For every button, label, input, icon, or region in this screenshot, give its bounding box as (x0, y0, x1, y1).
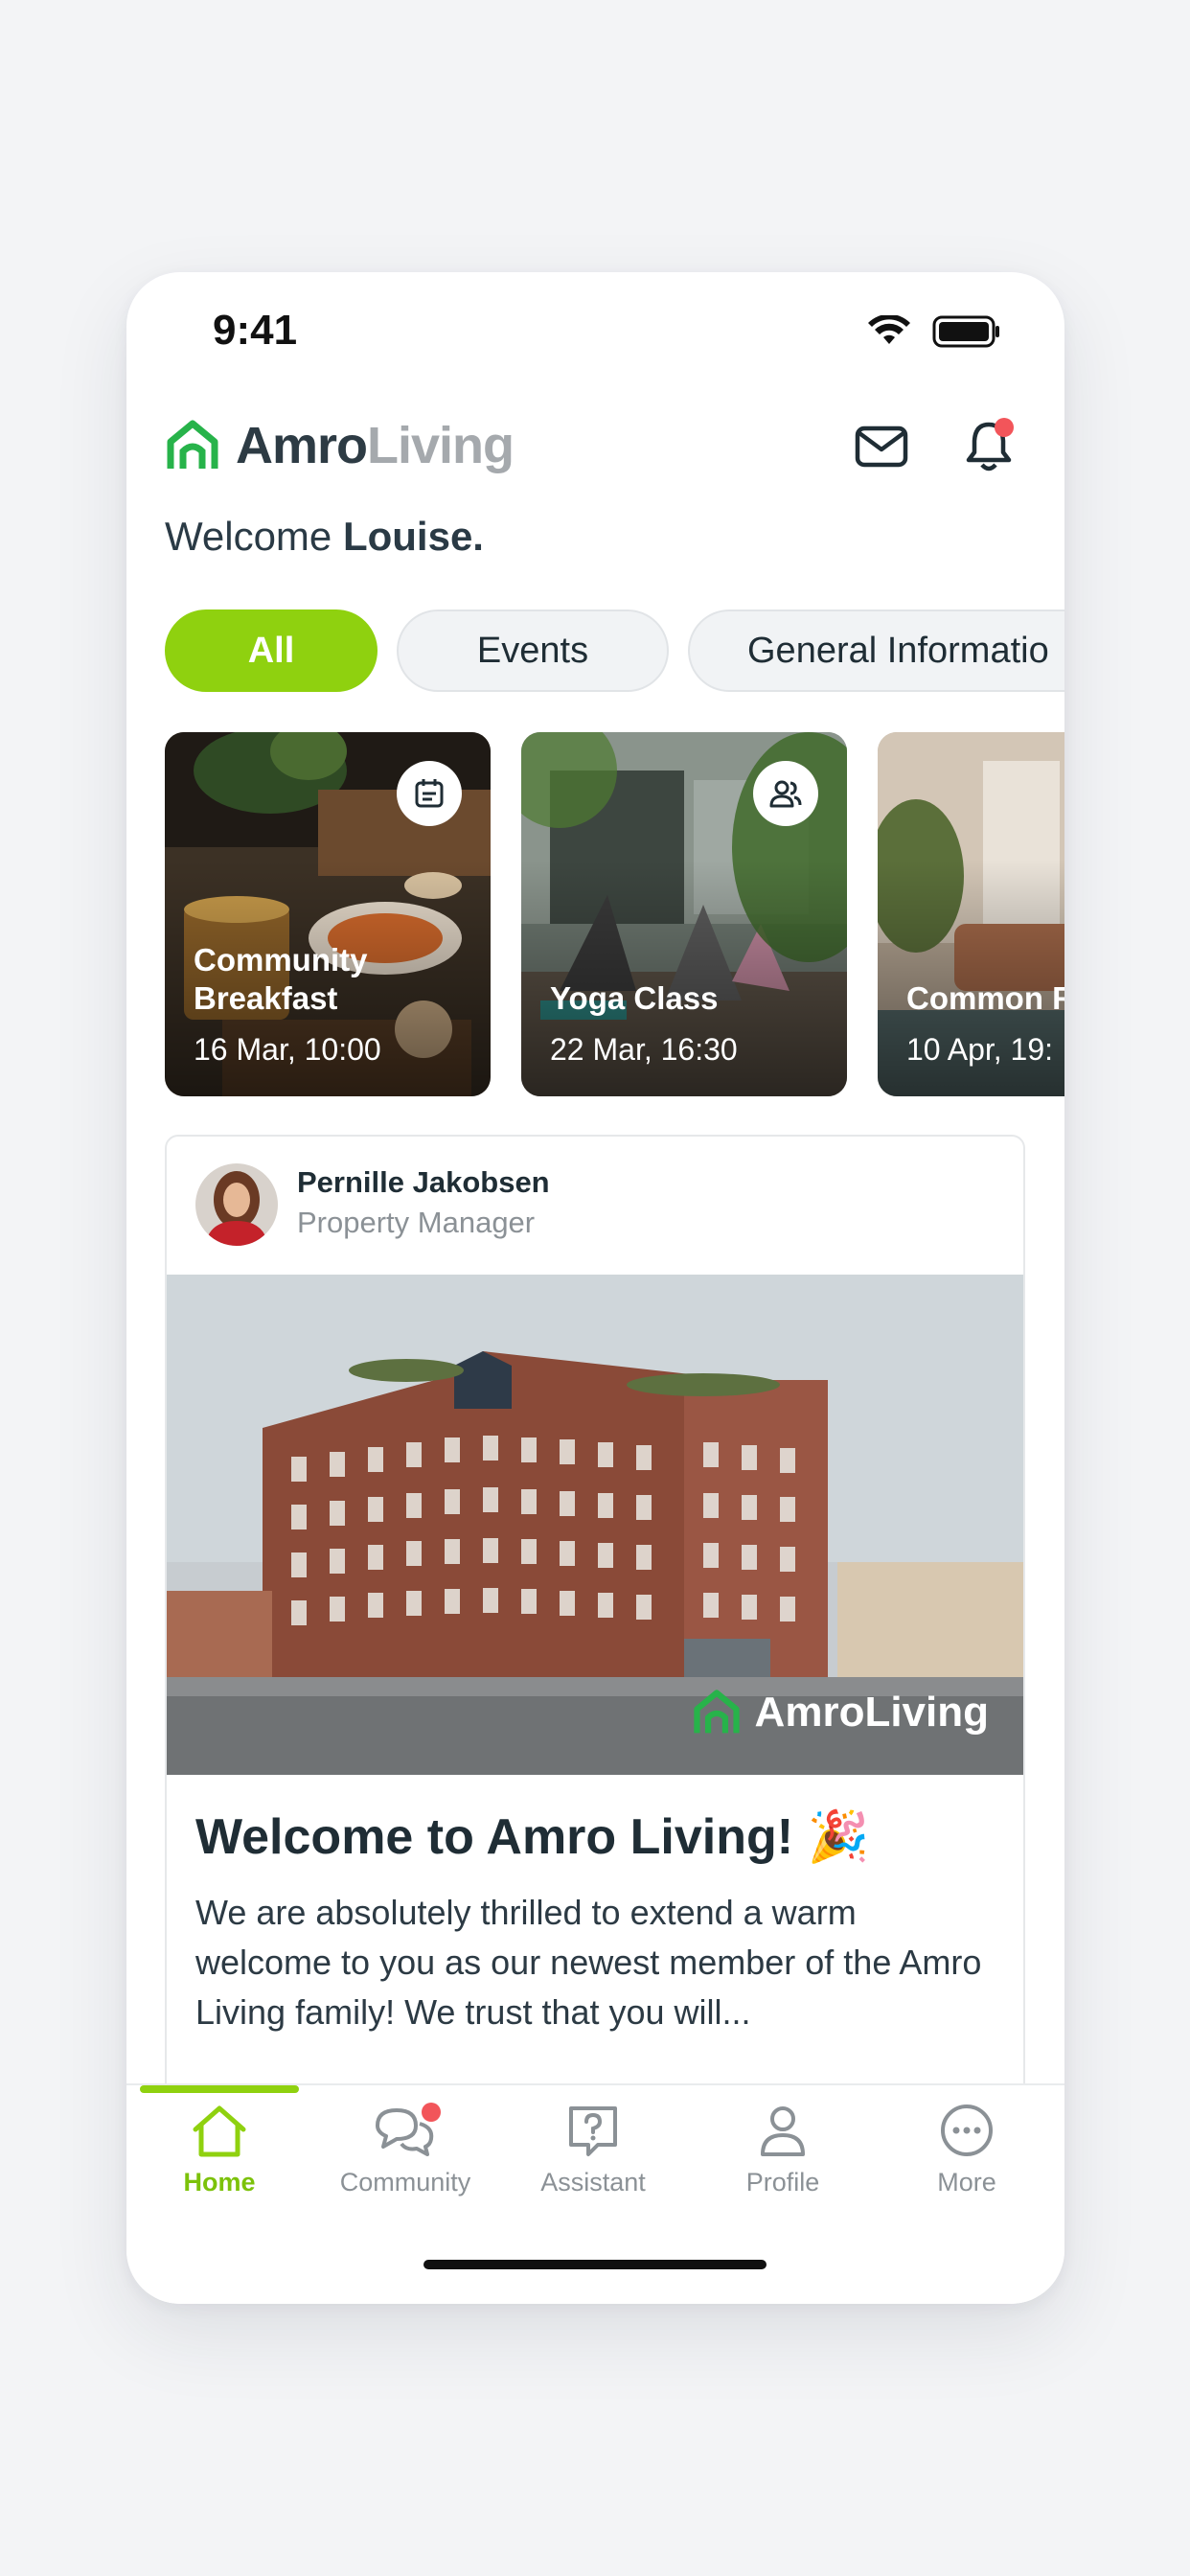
question-icon (569, 2106, 617, 2156)
house-logo-icon (693, 1690, 740, 1734)
bottom-tab-bar: Home Community Assistant Profile More (126, 2083, 1064, 2304)
notification-dot (995, 418, 1014, 437)
house-logo-icon (167, 420, 218, 469)
messages-button[interactable] (851, 416, 912, 477)
notifications-button[interactable] (958, 416, 1019, 477)
filter-chip-events[interactable]: Events (397, 610, 669, 692)
post-author-role: Property Manager (297, 1206, 536, 1239)
tab-more[interactable]: More (885, 2103, 1048, 2197)
event-card-common-room[interactable]: Common R 10 Apr, 19: (878, 732, 1064, 1096)
mail-icon (855, 426, 908, 468)
logo-text-secondary: Living (367, 417, 515, 474)
event-title: Yoga Class (550, 980, 719, 1016)
filter-chips: All Events General Informatio (165, 610, 1064, 692)
active-tab-indicator (140, 2085, 299, 2093)
status-icons (867, 314, 1001, 349)
tab-home[interactable]: Home (138, 2103, 301, 2197)
event-card-community-breakfast[interactable]: Community Breakfast 16 Mar, 10:00 (165, 732, 491, 1096)
wifi-icon (868, 315, 910, 344)
status-time: 9:41 (213, 307, 298, 354)
more-icon (941, 2104, 993, 2156)
community-badge-dot (422, 2103, 441, 2122)
event-title: Community Breakfast (194, 942, 368, 1016)
home-icon (193, 2105, 246, 2157)
post-title: Welcome to Amro Living! 🎉 (195, 1809, 870, 1865)
event-date: 10 Apr, 19: (906, 1032, 1054, 1067)
app-logo: AmroLiving (165, 416, 515, 475)
hero-watermark-text: AmroLiving (754, 1689, 989, 1736)
event-date: 16 Mar, 10:00 (194, 1032, 381, 1067)
tab-profile[interactable]: Profile (701, 2103, 864, 2197)
phone-screen: 9:41 AmroLiving Welcome Louise. All Even… (126, 272, 1064, 2304)
news-post-card[interactable]: Pernille Jakobsen Property Manager AmroL… (165, 1135, 1025, 2112)
tab-label: Community (339, 2168, 471, 2196)
tab-community[interactable]: Community (324, 2103, 487, 2197)
filter-chip-general-information[interactable]: General Informatio (688, 610, 1064, 692)
battery-icon (932, 315, 999, 348)
post-author-name: Pernille Jakobsen (297, 1165, 550, 1199)
post-hero-image: AmroLiving (167, 1275, 1023, 1775)
home-indicator (423, 2260, 767, 2269)
user-name: Louise. (342, 514, 484, 559)
logo-text-primary: Amro (236, 417, 368, 474)
event-date: 22 Mar, 16:30 (550, 1032, 738, 1067)
tab-label: More (937, 2168, 996, 2196)
events-carousel: Community Breakfast 16 Mar, 10:00 Yoga C… (165, 732, 1064, 1096)
event-type-badge (753, 761, 818, 826)
group-icon (769, 780, 802, 808)
tab-label: Home (183, 2168, 256, 2196)
event-type-badge (397, 761, 462, 826)
hero-watermark-logo: AmroLiving (692, 1689, 989, 1736)
tab-label: Profile (745, 2168, 820, 2196)
welcome-prefix: Welcome (165, 514, 343, 559)
tab-label: Assistant (540, 2168, 646, 2196)
event-card-yoga-class[interactable]: Yoga Class 22 Mar, 16:30 (521, 732, 847, 1096)
event-title: Common R (906, 980, 1064, 1016)
person-icon (761, 2106, 805, 2156)
tab-assistant[interactable]: Assistant (512, 2103, 675, 2197)
welcome-text: Welcome Louise. (165, 514, 484, 560)
filter-chip-all[interactable]: All (165, 610, 378, 692)
calendar-icon (415, 779, 444, 808)
author-avatar (195, 1163, 278, 1246)
post-body: We are absolutely thrilled to extend a w… (195, 1893, 982, 2032)
